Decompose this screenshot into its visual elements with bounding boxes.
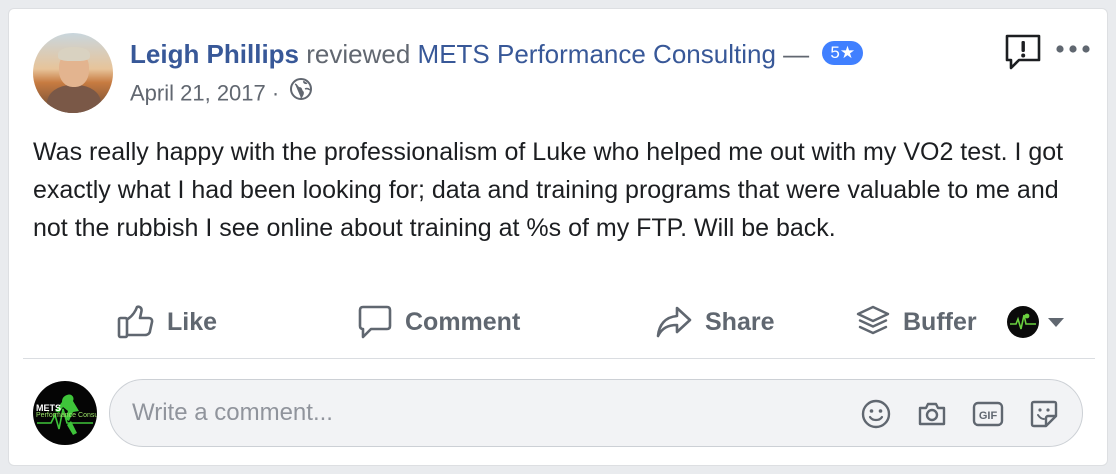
comment-button[interactable]: Comment (357, 297, 520, 347)
page-avatar-brand-subtext: Performance Consulting (36, 412, 97, 419)
headline-separator: — (783, 39, 810, 69)
like-label: Like (167, 307, 218, 336)
globe-icon[interactable] (289, 77, 313, 108)
page-logo-thumbnail (1007, 306, 1039, 338)
review-post-card: Leigh Phillips reviewed METS Performance… (8, 8, 1108, 466)
more-options-icon[interactable] (1053, 39, 1093, 59)
like-button[interactable]: Like (117, 297, 217, 347)
gif-icon[interactable]: GIF (972, 398, 1004, 430)
reviewer-name-link[interactable]: Leigh Phillips (130, 39, 299, 69)
page-name-link[interactable]: METS Performance Consulting (418, 39, 776, 69)
post-date-link[interactable]: April 21, 2017 (130, 80, 266, 105)
post-headline: Leigh Phillips reviewed METS Performance… (130, 37, 864, 71)
smiley-icon[interactable] (860, 398, 892, 430)
share-arrow-icon (656, 306, 692, 338)
avatar-figure-body (47, 85, 101, 113)
commenter-page-avatar[interactable]: METS Performance Consulting (33, 381, 97, 445)
post-action-bar: Like Comment Share Buffer (9, 297, 1107, 347)
svg-text:GIF: GIF (979, 410, 998, 422)
page-identity-selector[interactable] (1007, 305, 1065, 339)
post-meta: April 21, 2017 · (130, 77, 313, 110)
date-separator: · (271, 80, 280, 106)
comment-composer[interactable]: GIF (109, 379, 1083, 447)
comment-label: Comment (405, 307, 521, 336)
rating-badge: 5★ (822, 41, 864, 66)
buffer-label: Buffer (903, 307, 977, 336)
share-button[interactable]: Share (655, 297, 774, 347)
comment-input[interactable] (132, 380, 832, 446)
sticker-icon[interactable] (1028, 398, 1060, 430)
camera-icon[interactable] (916, 398, 948, 430)
report-flag-icon[interactable] (1004, 33, 1042, 71)
composer-divider (23, 358, 1095, 359)
avatar-figure-hair (58, 47, 90, 61)
buffer-layers-icon (856, 305, 890, 335)
speech-bubble-icon (358, 305, 392, 339)
share-label: Share (705, 307, 775, 336)
reviewer-avatar[interactable] (33, 33, 113, 113)
review-text: Was really happy with the professionalis… (33, 138, 1064, 242)
buffer-button[interactable]: Buffer (855, 297, 977, 347)
reviewed-verb: reviewed (306, 39, 411, 69)
chevron-down-icon (1048, 318, 1064, 327)
thumbs-up-icon (117, 305, 154, 339)
